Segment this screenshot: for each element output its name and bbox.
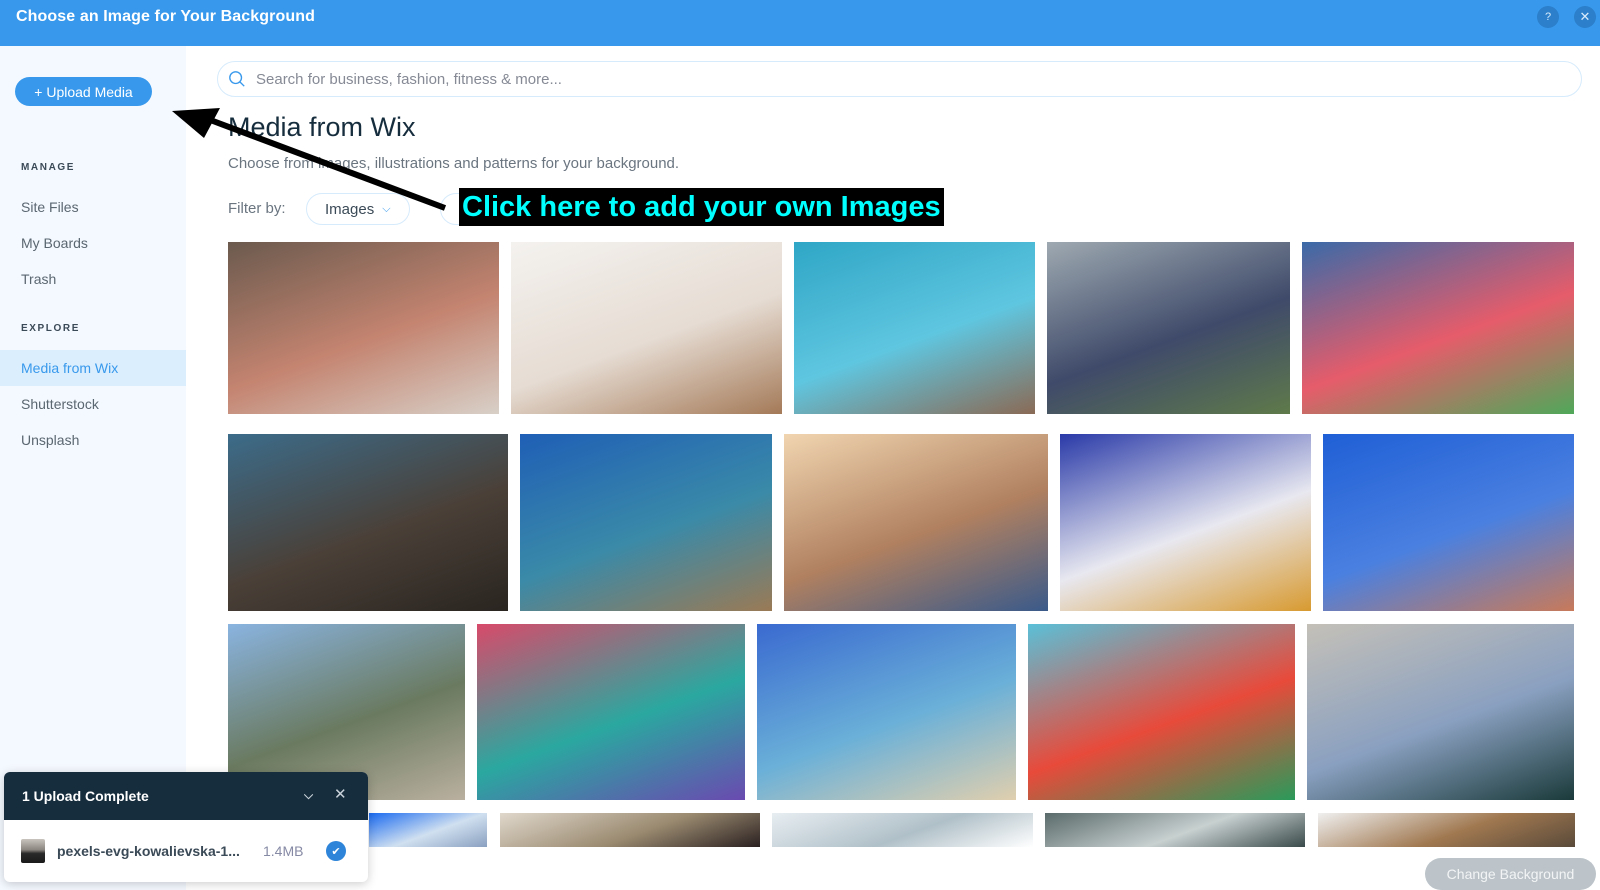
businessmen-city-image[interactable] xyxy=(1047,242,1290,414)
family-blue-wall-image[interactable] xyxy=(794,242,1035,414)
sidebar-item-site-files[interactable]: Site Files xyxy=(0,189,186,225)
sidebar-item-label: My Boards xyxy=(21,235,88,251)
beach-wedding-image[interactable] xyxy=(757,624,1016,800)
woman-handbag-image[interactable] xyxy=(1307,624,1574,800)
bird-mural-image[interactable] xyxy=(1028,624,1295,800)
pottery-wheel-image[interactable] xyxy=(228,434,508,611)
tree-water-pool-image[interactable] xyxy=(520,434,772,611)
page-title: Media from Wix xyxy=(228,112,416,142)
section-label-explore: EXPLORE xyxy=(21,323,80,334)
sidebar-item-label: Unsplash xyxy=(21,432,80,448)
upload-media-button[interactable]: + Upload Media xyxy=(15,77,152,106)
sidebar-item-label: Media from Wix xyxy=(21,360,119,376)
talavera-tiles-image[interactable] xyxy=(1060,434,1311,611)
search-bar xyxy=(217,61,1582,97)
upload-file-row: pexels-evg-kowalievska-1... 1.4MB ✔ xyxy=(4,820,368,882)
confetti-party-image[interactable] xyxy=(1302,242,1574,414)
section-label-manage: MANAGE xyxy=(21,162,76,173)
check-circle-icon: ✔ xyxy=(326,841,346,861)
hillside-town-image[interactable] xyxy=(1323,434,1574,611)
sidebar-item-media-from-wix[interactable]: Media from Wix xyxy=(0,350,186,386)
annotation-label: Click here to add your own Images xyxy=(459,188,944,226)
woman-at-desk-image[interactable] xyxy=(228,242,499,414)
woman-shelves-image[interactable] xyxy=(500,813,760,847)
filter-label: Filter by: xyxy=(228,200,286,217)
close-button[interactable]: ✕ xyxy=(1574,6,1596,28)
search-input[interactable] xyxy=(256,70,1581,88)
sidebar-item-label: Trash xyxy=(21,271,57,287)
dialog-title: Choose an Image for Your Background xyxy=(16,8,315,25)
man-with-tablet-image[interactable] xyxy=(511,242,782,414)
help-button[interactable]: ? xyxy=(1537,6,1559,28)
chevron-down-icon: ⌵ xyxy=(382,202,391,215)
sidebar-item-trash[interactable]: Trash xyxy=(0,261,186,297)
sidebar-item-unsplash[interactable]: Unsplash xyxy=(0,422,186,458)
upload-toast-header: 1 Upload Complete ⌵ ✕ xyxy=(4,772,368,820)
close-icon: ✕ xyxy=(1579,9,1591,24)
blue-building-image[interactable] xyxy=(369,813,487,847)
sidebar-item-label: Shutterstock xyxy=(21,396,99,412)
file-size: 1.4MB xyxy=(263,843,304,859)
sidebar-item-my-boards[interactable]: My Boards xyxy=(0,225,186,261)
toast-close-icon[interactable]: ✕ xyxy=(334,785,347,803)
harbor-mountains-image[interactable] xyxy=(784,434,1048,611)
change-background-button[interactable]: Change Background xyxy=(1425,858,1596,890)
filter-images-dropdown[interactable]: Images ⌵ xyxy=(306,193,410,225)
upload-toast-title: 1 Upload Complete xyxy=(22,788,149,804)
page-subtitle: Choose from images, illustrations and pa… xyxy=(228,155,680,172)
sugar-skulls-image[interactable] xyxy=(477,624,745,800)
sidebar: + Upload Media MANAGE Site Files My Boar… xyxy=(0,46,186,890)
search-icon xyxy=(229,71,245,87)
file-name: pexels-evg-kowalievska-1... xyxy=(57,843,240,859)
autumn-trees-image[interactable] xyxy=(1318,813,1575,847)
sidebar-item-label: Site Files xyxy=(21,199,79,215)
dialog-header: Choose an Image for Your Background ? ✕ xyxy=(0,0,1600,46)
sidebar-item-shutterstock[interactable]: Shutterstock xyxy=(0,386,186,422)
question-icon: ? xyxy=(1544,11,1552,23)
modern-interior-image[interactable] xyxy=(1045,813,1305,847)
file-thumbnail xyxy=(21,839,45,863)
lab-glassware-image[interactable] xyxy=(772,813,1033,847)
filter-images-label: Images xyxy=(325,200,375,218)
upload-toast: 1 Upload Complete ⌵ ✕ pexels-evg-kowalie… xyxy=(4,772,368,882)
collapse-chevron-icon[interactable]: ⌵ xyxy=(304,788,313,803)
